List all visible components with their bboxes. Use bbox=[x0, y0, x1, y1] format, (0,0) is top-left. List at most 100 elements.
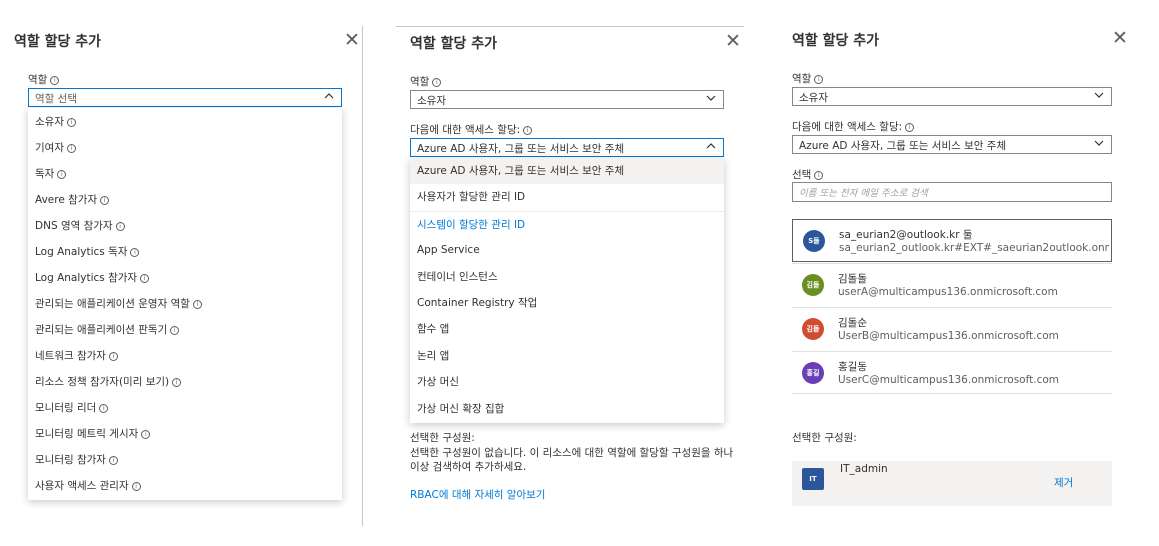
remove-button[interactable]: 제거 bbox=[1054, 475, 1073, 490]
info-icon: i bbox=[131, 482, 141, 491]
role-assignment-panel-2: 역할 할당 추가 ✕ 역할 i 소유자 다음에 대한 액세스 할당: i Azure… bbox=[396, 26, 744, 526]
selected-member-row: IT IT_admin 제거 bbox=[792, 461, 1112, 506]
role-label: 역할 i bbox=[28, 72, 60, 87]
user-name: 김돌돌 bbox=[838, 273, 867, 285]
selected-members-label: 선택한 구성원: bbox=[792, 432, 857, 444]
role-select[interactable]: 소유자 bbox=[410, 90, 724, 109]
close-icon[interactable]: ✕ bbox=[344, 31, 360, 50]
role-option[interactable]: 리소스 정책 참가자(미리 보기) i bbox=[28, 374, 342, 389]
user-row[interactable]: 홍길 홍길동 UserC@multicampus136.onmicrosoft.co… bbox=[792, 351, 1112, 394]
info-icon: i bbox=[192, 300, 202, 309]
user-email: UserB@multicampus136.onmicrosoft.com bbox=[838, 330, 1059, 342]
info-icon: i bbox=[170, 326, 180, 335]
assign-access-select[interactable]: Azure AD 사용자, 그룹 또는 서비스 보안 주체 bbox=[792, 135, 1112, 154]
panel-title: 역할 할당 추가 bbox=[792, 33, 880, 49]
info-icon: i bbox=[100, 196, 110, 205]
close-icon[interactable]: ✕ bbox=[725, 32, 741, 51]
avatar: 김돌 bbox=[802, 318, 824, 340]
assign-access-option[interactable]: 컨테이너 인스턴스 bbox=[410, 264, 724, 290]
info-icon: i bbox=[115, 222, 125, 231]
assign-access-option[interactable]: 가상 머신 bbox=[410, 369, 724, 395]
role-option[interactable]: 관리되는 애플리케이션 운영자 역할 i bbox=[28, 296, 342, 311]
divider bbox=[362, 26, 363, 526]
info-icon: i bbox=[50, 76, 60, 85]
selected-members-desc: 선택한 구성원이 없습니다. 이 리소스에 대한 역할에 할당할 구성원을 하나 bbox=[410, 447, 734, 459]
role-label: 역할 i bbox=[792, 71, 824, 86]
info-icon: i bbox=[130, 248, 140, 257]
assign-access-option[interactable]: 사용자가 할당한 관리 ID bbox=[410, 184, 724, 210]
role-assignment-panel-1: 역할 할당 추가 ✕ 역할 i 역할 선택 소유자 i 기여자 i 독자 i Avere 참가… bbox=[14, 26, 362, 526]
user-row[interactable]: S둘 sa_eurian2@outlook.kr 둘 sa_eurian2_outl… bbox=[792, 219, 1112, 262]
info-icon: i bbox=[57, 170, 67, 179]
chevron-up-icon bbox=[323, 90, 335, 105]
member-search-input[interactable]: 이름 또는 전자 메일 주소로 검색 bbox=[792, 182, 1112, 202]
assign-access-option[interactable]: Container Registry 작업 bbox=[410, 290, 724, 316]
assign-access-option[interactable]: 함수 앱 bbox=[410, 316, 724, 342]
assign-access-options-list: Azure AD 사용자, 그룹 또는 서비스 보안 주체 사용자가 할당한 관리… bbox=[410, 158, 724, 423]
role-label: 역할 i bbox=[410, 74, 442, 89]
info-icon: i bbox=[99, 404, 109, 413]
info-icon: i bbox=[905, 123, 915, 132]
chevron-down-icon bbox=[705, 92, 717, 107]
role-option[interactable]: 소유자 i bbox=[28, 114, 342, 129]
selected-members-desc-2: 이상 검색하여 추가하세요. bbox=[410, 461, 527, 473]
assign-access-option[interactable]: 논리 앱 bbox=[410, 343, 724, 369]
role-option[interactable]: 독자 i bbox=[28, 166, 342, 181]
avatar: IT bbox=[802, 468, 824, 490]
role-option[interactable]: DNS 영역 참가자 i bbox=[28, 218, 342, 233]
avatar: S둘 bbox=[803, 230, 825, 252]
assign-access-label: 다음에 대한 액세스 할당: i bbox=[792, 119, 915, 134]
user-name: 홍길동 bbox=[838, 361, 867, 373]
role-option[interactable]: Avere 참가자 i bbox=[28, 192, 342, 207]
role-options-list: 소유자 i 기여자 i 독자 i Avere 참가자 i DNS 영역 참가자 i Log Anal… bbox=[28, 108, 342, 500]
role-option[interactable]: 모니터링 메트릭 게시자 i bbox=[28, 426, 342, 441]
user-name: 김돌순 bbox=[838, 317, 867, 329]
info-icon: i bbox=[432, 78, 442, 87]
role-select-placeholder: 역할 선택 bbox=[35, 93, 77, 105]
selected-members-label: 선택한 구성원: bbox=[410, 432, 475, 444]
info-icon: i bbox=[814, 75, 824, 84]
panel-title: 역할 할당 추가 bbox=[14, 34, 102, 50]
assign-access-option[interactable]: Azure AD 사용자, 그룹 또는 서비스 보안 주체 bbox=[410, 158, 724, 184]
role-option[interactable]: 관리되는 애플리케이션 판독기 i bbox=[28, 322, 342, 337]
chevron-down-icon bbox=[1093, 137, 1105, 152]
role-select[interactable]: 역할 선택 bbox=[28, 88, 342, 107]
info-icon: i bbox=[66, 118, 76, 127]
avatar: 홍길 bbox=[802, 362, 824, 384]
user-email: sa_eurian2_outlook.kr#EXT#_saeurian2outl… bbox=[839, 242, 1109, 254]
avatar: 김돌 bbox=[802, 274, 824, 296]
role-assignment-panel-3: 역할 할당 추가 ✕ 역할 i 소유자 다음에 대한 액세스 할당: i Azure… bbox=[776, 26, 1128, 526]
info-icon: i bbox=[108, 352, 118, 361]
info-icon: i bbox=[814, 171, 824, 180]
assign-access-select[interactable]: Azure AD 사용자, 그룹 또는 서비스 보안 주체 bbox=[410, 138, 724, 157]
role-option[interactable]: 기여자 i bbox=[28, 140, 342, 155]
role-select[interactable]: 소유자 bbox=[792, 87, 1112, 106]
info-icon: i bbox=[66, 144, 76, 153]
assign-access-label: 다음에 대한 액세스 할당: i bbox=[410, 122, 533, 137]
chevron-up-icon bbox=[705, 140, 717, 155]
info-icon: i bbox=[141, 430, 151, 439]
close-icon[interactable]: ✕ bbox=[1112, 29, 1128, 48]
role-option[interactable]: Log Analytics 참가자 i bbox=[28, 270, 342, 285]
user-row[interactable]: 김돌 김돌순 UserB@multicampus136.onmicrosoft.co… bbox=[792, 307, 1112, 350]
user-email: userA@multicampus136.onmicrosoft.com bbox=[838, 286, 1058, 298]
user-email: UserC@multicampus136.onmicrosoft.com bbox=[838, 374, 1059, 386]
chevron-down-icon bbox=[1093, 89, 1105, 104]
role-option[interactable]: 사용자 액세스 관리자 i bbox=[28, 478, 342, 493]
assign-access-option[interactable]: 가상 머신 확장 집합 bbox=[410, 396, 724, 422]
selected-member-name: IT_admin bbox=[840, 463, 888, 475]
user-row[interactable]: 김돌 김돌돌 userA@multicampus136.onmicrosoft.co… bbox=[792, 263, 1112, 306]
role-option[interactable]: 네트워크 참가자 i bbox=[28, 348, 342, 363]
role-option[interactable]: 모니터링 리더 i bbox=[28, 400, 342, 415]
info-icon: i bbox=[523, 126, 533, 135]
info-icon: i bbox=[108, 456, 118, 465]
panel-title: 역할 할당 추가 bbox=[410, 36, 498, 52]
info-icon: i bbox=[172, 378, 182, 387]
assign-access-option[interactable]: App Service bbox=[410, 237, 724, 263]
assign-access-option[interactable]: 시스템이 할당한 관리 ID bbox=[410, 210, 724, 237]
role-option[interactable]: Log Analytics 독자 i bbox=[28, 244, 342, 259]
user-name: sa_eurian2@outlook.kr 둘 bbox=[839, 229, 973, 241]
rbac-learn-more-link[interactable]: RBAC에 대해 자세히 알아보기 bbox=[410, 487, 545, 502]
role-option[interactable]: 모니터링 참가자 i bbox=[28, 452, 342, 467]
info-icon: i bbox=[140, 274, 150, 283]
